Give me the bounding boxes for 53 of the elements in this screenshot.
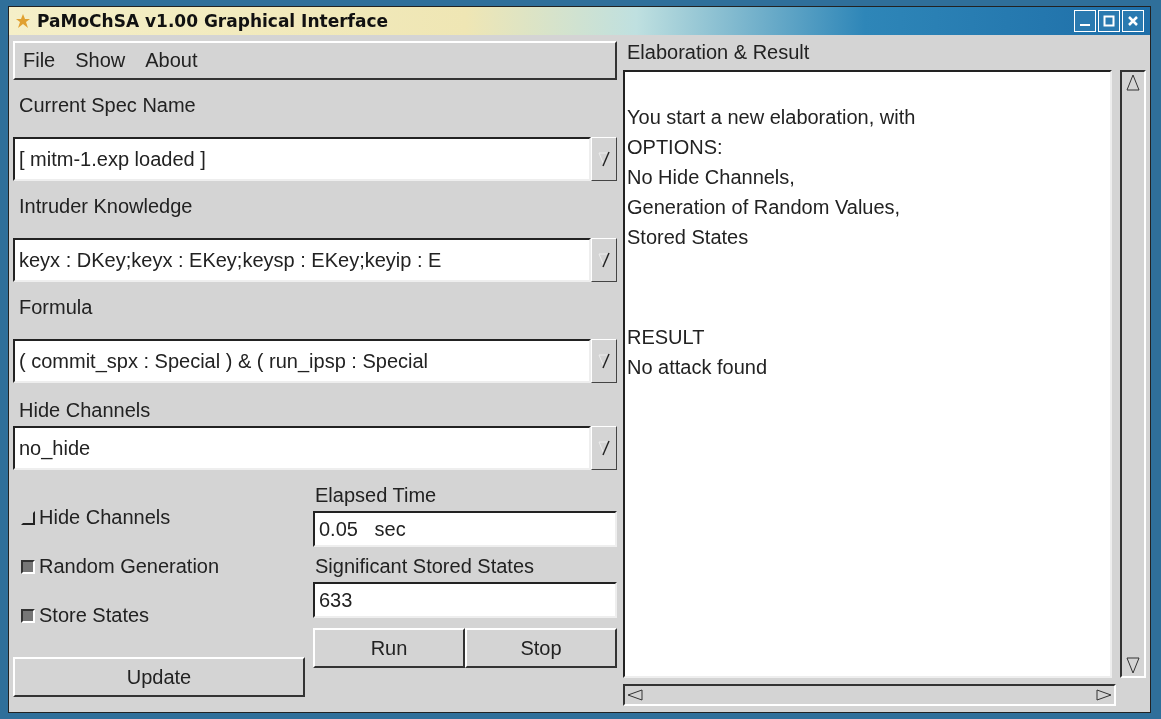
maximize-button[interactable] — [1098, 10, 1120, 32]
close-icon — [1126, 14, 1140, 28]
scroll-left-icon — [625, 688, 645, 702]
run-button[interactable]: Run — [313, 628, 465, 668]
minimize-button[interactable] — [1074, 10, 1096, 32]
checkbox[interactable] — [21, 608, 35, 623]
menu-item[interactable]: About — [145, 49, 198, 72]
dropdown-arrow-icon — [597, 351, 611, 371]
combo-field[interactable]: ( commit_spx : Special ) & ( run_ipsp : Special — [13, 339, 591, 383]
combo-field[interactable]: [ mitm-1.exp loaded ] — [13, 137, 591, 181]
field-label: Elapsed Time — [314, 483, 438, 508]
stored-states-field[interactable]: 633 — [313, 582, 617, 618]
update-button[interactable]: Update — [13, 657, 305, 697]
output-line: Stored States — [627, 225, 750, 250]
combo-field[interactable]: keyx : DKey;keyx : EKey;keysp : EKey;keyip : E — [13, 238, 591, 282]
window-title: PaMoChSA v1.00 Graphical Interface — [37, 11, 389, 31]
panel-title: Elaboration & Result — [626, 41, 811, 65]
horizontal-scrollbar[interactable] — [623, 684, 1116, 706]
minimize-icon — [1080, 24, 1090, 26]
elapsed-time-field[interactable]: 0.05 sec — [313, 511, 617, 547]
scroll-right-icon — [1094, 688, 1114, 702]
checkbox-label: Hide Channels — [39, 506, 171, 529]
checkbox[interactable] — [21, 559, 35, 574]
maximize-icon — [1102, 14, 1116, 28]
checkbox-label: Store States — [39, 604, 150, 627]
close-button[interactable] — [1122, 10, 1144, 32]
output-line: OPTIONS: — [627, 135, 724, 160]
output-line: Generation of Random Values, — [627, 195, 902, 220]
menu-item[interactable]: File — [23, 49, 56, 72]
dropdown-arrow-icon — [597, 438, 611, 458]
output-line: No attack found — [627, 355, 769, 380]
menu-item[interactable]: Show — [75, 49, 126, 72]
dropdown-arrow-icon — [597, 250, 611, 270]
star-icon — [15, 13, 31, 29]
field-label: Significant Stored States — [314, 554, 535, 579]
output-line: You start a new elaboration, with — [627, 105, 917, 130]
field-label: Formula — [18, 295, 94, 320]
output-line: No Hide Channels, — [627, 165, 796, 190]
vertical-scrollbar[interactable] — [1120, 70, 1146, 678]
dropdown-button[interactable] — [591, 238, 617, 282]
field-label: Current Spec Name — [18, 93, 197, 118]
dropdown-button[interactable] — [591, 339, 617, 383]
combo-field[interactable]: no_hide — [13, 426, 591, 470]
checkbox-label: Random Generation — [39, 555, 220, 578]
output-line: RESULT — [627, 325, 706, 350]
field-label: Hide Channels — [18, 398, 152, 423]
stop-button[interactable]: Stop — [465, 628, 617, 668]
dropdown-button[interactable] — [591, 137, 617, 181]
dropdown-button[interactable] — [591, 426, 617, 470]
field-label: Intruder Knowledge — [18, 194, 194, 219]
scroll-up-icon — [1125, 72, 1141, 94]
scroll-down-icon — [1125, 654, 1141, 676]
dropdown-arrow-icon — [597, 149, 611, 169]
